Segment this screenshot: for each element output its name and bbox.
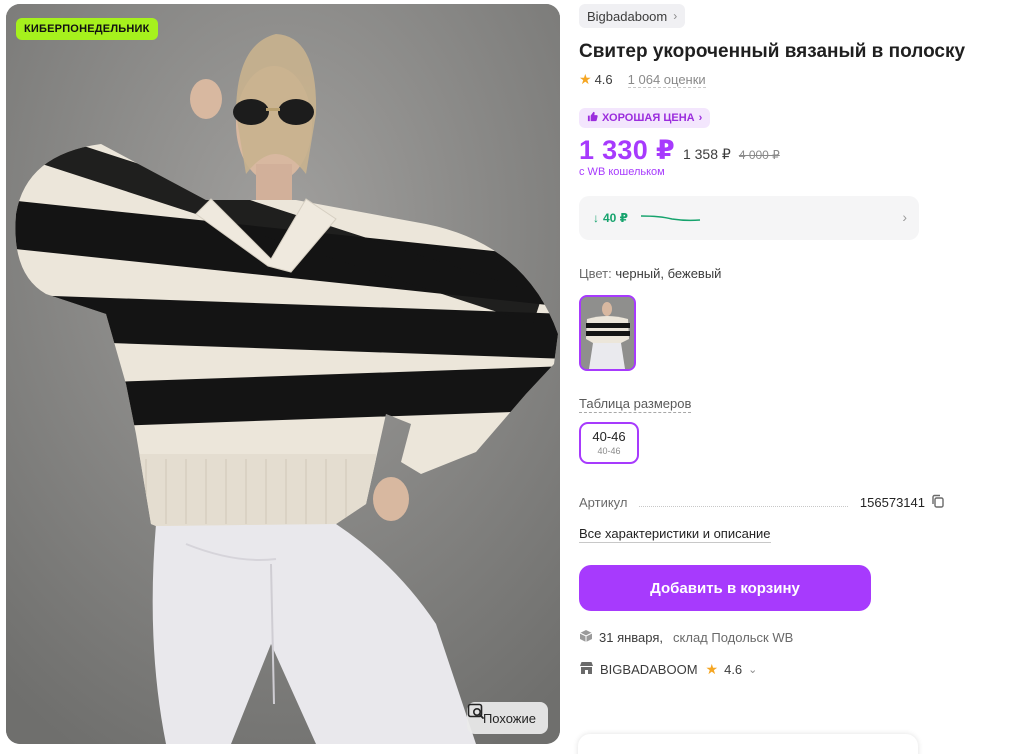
promo-badge: КИБЕРПОНЕДЕЛЬНИК (16, 18, 158, 40)
star-icon: ★ (705, 661, 719, 677)
good-price-badge[interactable]: ХОРОШАЯ ЦЕНА › (579, 108, 711, 128)
color-thumbnail[interactable] (579, 295, 636, 371)
chevron-right-icon: › (698, 112, 703, 124)
wallet-note: с WB кошельком (579, 166, 665, 178)
product-photo[interactable]: КИБЕРПОНЕДЕЛЬНИК Похожие (6, 4, 560, 744)
article-value: 156573141 (859, 495, 925, 510)
chevron-down-icon: ⌄ (748, 664, 758, 676)
size-sublabel: 40-46 (597, 446, 621, 456)
reviews-link[interactable]: 1 064 оценки (627, 72, 706, 88)
price-old: 4 000 ₽ (738, 148, 780, 162)
price-history-button[interactable]: ↓ 40 ₽ › (579, 196, 919, 240)
article-label: Артикул (579, 495, 628, 510)
seller-row[interactable]: BIGBADABOOM ★ 4.6 ⌄ (579, 661, 999, 678)
rating-value: 4.6 (594, 72, 613, 87)
price-main: 1 330 ₽ (579, 135, 675, 165)
seller-name: BIGBADABOOM (600, 662, 698, 677)
warehouse: склад Подольск WB (673, 630, 794, 645)
product-title: Свитер укороченный вязаный в полоску (579, 41, 966, 62)
delivery-date: 31 января, (599, 630, 664, 645)
color-value: черный, бежевый (615, 266, 722, 281)
copy-icon[interactable] (931, 494, 945, 511)
color-label: Цвет: черный, бежевый (579, 266, 999, 281)
price-drop-value: 40 ₽ (603, 211, 629, 225)
chevron-right-icon: › (673, 9, 678, 23)
similar-label: Похожие (482, 710, 536, 726)
size-label: 40-46 (592, 429, 626, 444)
star-icon: ★ (579, 71, 592, 87)
price-trend-sparkline (641, 215, 701, 222)
thumbs-up-icon (587, 111, 598, 125)
color-key: Цвет: (579, 266, 612, 281)
all-specs-link[interactable]: Все характеристики и описание (579, 526, 771, 543)
bottom-card (578, 734, 918, 754)
price-drop: ↓ 40 ₽ (593, 211, 628, 225)
add-to-cart-button[interactable]: Добавить в корзину (579, 565, 871, 611)
rating-row: ★ 4.6 1 064 оценки (579, 71, 999, 88)
model-illustration (6, 4, 560, 744)
size-table-link[interactable]: Таблица размеров (579, 396, 692, 413)
box-icon (579, 629, 593, 646)
good-price-label: ХОРОШАЯ ЦЕНА (602, 112, 695, 124)
shop-icon (579, 661, 594, 678)
arrow-down-icon: ↓ (593, 211, 599, 225)
delivery-row: 31 января, склад Подольск WB (579, 629, 999, 646)
brand-name: Bigbadaboom (587, 8, 668, 24)
similar-button[interactable]: Похожие (466, 702, 548, 734)
price-without-wallet: 1 358 ₽ (682, 146, 731, 162)
article-row: Артикул 156573141 (579, 494, 945, 511)
brand-link[interactable]: Bigbadaboom › (579, 4, 686, 28)
product-info: Bigbadaboom › Свитер укороченный вязаный… (579, 4, 999, 678)
price-row: 1 330 ₽ 1 358 ₽ 4 000 ₽ (579, 135, 999, 166)
seller-rating: 4.6 (724, 662, 743, 677)
size-option[interactable]: 40-46 40-46 (579, 422, 639, 464)
chevron-right-icon: › (902, 209, 907, 225)
dotted-leader (639, 499, 848, 507)
